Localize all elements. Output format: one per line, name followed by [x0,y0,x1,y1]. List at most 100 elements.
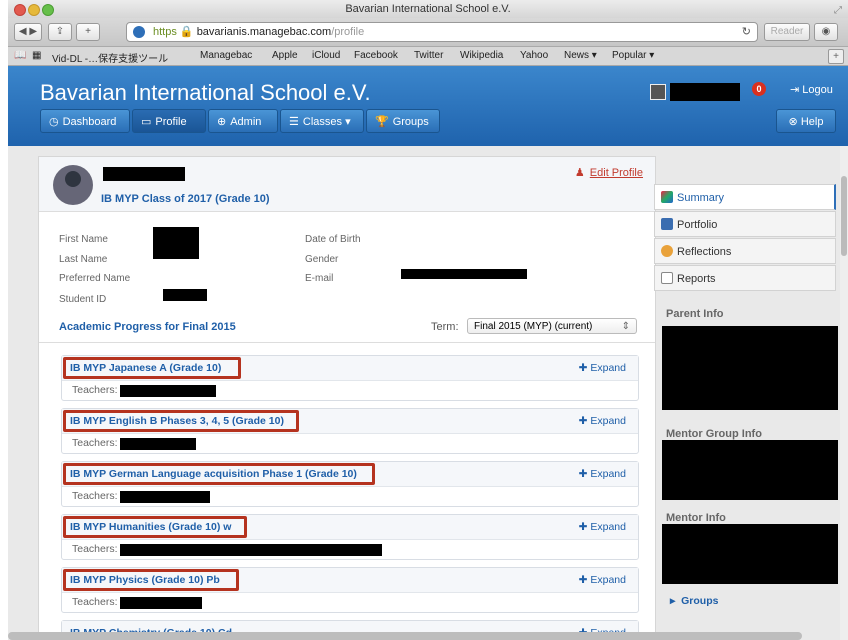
profile-card: IB MYP Class of 2017 (Grade 10) ♟ Edit Pr… [38,156,656,640]
teachers-label: Teachers: [72,490,118,502]
browser-window: Bavarian International School e.V. ⤢ ◀ ▶… [8,0,848,640]
site-header: Bavarian International School e.V. ◷ Dash… [8,66,848,146]
reading-list-icon[interactable]: 📖 [14,50,26,61]
redacted-name [103,167,185,181]
field-label: Student ID [59,294,107,305]
scrollbar-thumb[interactable] [841,176,847,256]
window-title: Bavarian International School e.V. [345,3,511,15]
expand-button[interactable]: ✚ Expand [579,415,626,427]
bookmark-item[interactable]: Apple [272,50,298,61]
top-sites-icon[interactable]: ▦ [32,50,41,61]
groups-toggle[interactable]: ▸ Groups [670,595,718,607]
horizontal-scrollbar[interactable] [8,632,802,640]
minimize-window-button[interactable] [28,4,40,16]
nav-groups[interactable]: 🏆 Groups [366,109,440,133]
close-window-button[interactable] [14,4,26,16]
course-title[interactable]: IB MYP German Language acquisition Phase… [70,468,357,480]
expand-button[interactable]: ✚ Expand [579,521,626,533]
bookmark-item[interactable]: Popular ▾ [612,50,654,61]
academic-progress-heading: Academic Progress for Final 2015 [59,321,236,333]
expand-button[interactable]: ✚ Expand [579,362,626,374]
parent-info-heading: Parent Info [666,308,724,320]
address-bar[interactable]: https 🔒 bavarianis.managebac.com/profile… [126,22,758,42]
class-of-label[interactable]: IB MYP Class of 2017 (Grade 10) [101,193,270,205]
bookmark-item[interactable]: Facebook [354,50,398,61]
term-value: Final 2015 (MYP) (current) [474,321,593,332]
course-title[interactable]: IB MYP Humanities (Grade 10) w [70,521,231,533]
nav-label: Groups [392,116,429,128]
redacted-student-id [163,289,207,301]
zoom-window-button[interactable] [42,4,54,16]
field-label: First Name [59,234,108,245]
nav-label: Profile [155,116,187,128]
tab-summary[interactable]: Summary [654,184,836,210]
redacted-teachers [120,385,216,397]
expand-label: Expand [590,521,626,533]
tab-label: Reflections [677,246,732,258]
report-icon [661,272,673,284]
term-select[interactable]: Final 2015 (MYP) (current) ⇕ [467,318,637,334]
bookmark-item[interactable]: Yahoo [520,50,548,61]
back-forward-buttons[interactable]: ◀ ▶ [14,23,42,41]
person-icon: ♟ [574,167,585,179]
redacted-mentor-info [662,524,838,584]
tab-reflections[interactable]: Reflections [654,238,836,264]
logout-link[interactable]: ⇥ Logou [790,83,833,96]
bookmark-item[interactable]: iCloud [312,50,340,61]
user-avatar[interactable] [650,84,666,100]
plus-icon: ✚ [578,468,588,480]
new-tab-button[interactable]: + [76,23,100,41]
redacted-mentor-group-info [662,440,838,500]
redacted-first-last-name [153,227,199,259]
logout-label: Logou [802,84,833,96]
nav-classes[interactable]: ☰ Classes ▾ [280,109,364,133]
lock-icon: 🔒 [179,26,197,38]
redacted-email [401,269,527,279]
bookmark-item[interactable]: Managebac [200,50,252,61]
bookmark-item[interactable]: Vid-DL -…保存支援ツール [52,50,168,65]
tab-portfolio[interactable]: Portfolio [654,211,836,237]
screen-edge [0,0,8,640]
field-label: E-mail [305,273,334,284]
help-button[interactable]: ⊗ Help [776,109,836,133]
term-label: Term: [431,321,459,333]
course-panel: IB MYP English B Phases 3, 4, 5 (Grade 1… [61,408,639,454]
nav-admin[interactable]: ⊕ Admin [208,109,278,133]
site-title[interactable]: Bavarian International School e.V. [40,80,371,106]
share-icon[interactable]: ⇪ [48,23,72,41]
course-panel: IB MYP German Language acquisition Phase… [61,461,639,507]
nav-label: Dashboard [62,116,117,128]
downloads-icon[interactable]: ◉ [814,23,838,41]
reload-icon[interactable]: ↻ [742,23,751,41]
add-bookmark-icon[interactable]: + [828,49,844,64]
reader-button[interactable]: Reader [764,23,810,41]
course-title[interactable]: IB MYP English B Phases 3, 4, 5 (Grade 1… [70,415,284,427]
field-label: Preferred Name [59,273,131,284]
redacted-teachers [120,438,196,450]
notification-badge[interactable]: 0 [752,82,766,96]
site-favicon-icon [133,26,145,38]
course-panel: IB MYP Japanese A (Grade 10) ✚ Expand Te… [61,355,639,401]
plus-icon: ✚ [578,415,588,427]
redacted-teachers [120,597,202,609]
tab-reports[interactable]: Reports [654,265,836,291]
nav-profile[interactable]: ▭ Profile [132,109,206,133]
expand-button[interactable]: ✚ Expand [579,468,626,480]
nav-dashboard[interactable]: ◷ Dashboard [40,109,130,133]
field-label: Last Name [59,254,108,265]
reflections-icon [661,245,673,257]
browser-toolbar: ◀ ▶ ⇪ + https 🔒 bavarianis.managebac.com… [8,18,848,47]
clock-icon: ◷ [49,116,59,128]
edit-profile-label: Edit Profile [589,167,643,179]
teachers-label: Teachers: [72,543,118,555]
mentor-group-info-heading: Mentor Group Info [666,428,762,440]
bookmark-item[interactable]: Twitter [414,50,443,61]
bookmark-item[interactable]: Wikipedia [460,50,503,61]
expand-button[interactable]: ✚ Expand [579,574,626,586]
course-title[interactable]: IB MYP Physics (Grade 10) Pb [70,574,220,586]
plus-icon: ✚ [578,362,588,374]
course-title[interactable]: IB MYP Japanese A (Grade 10) [70,362,221,374]
vertical-scrollbar[interactable] [840,146,848,640]
edit-profile-link[interactable]: ♟ Edit Profile [575,166,643,179]
bookmark-item[interactable]: News ▾ [564,50,597,61]
